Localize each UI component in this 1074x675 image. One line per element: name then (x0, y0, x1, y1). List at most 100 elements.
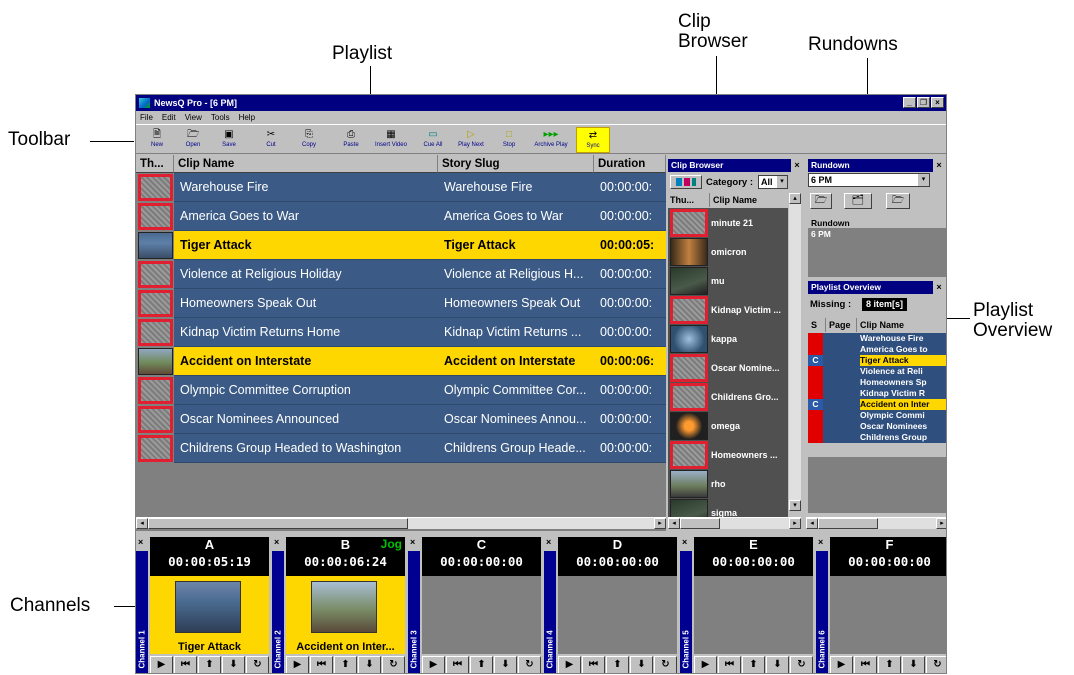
clip-thumbnail[interactable] (138, 174, 173, 201)
rewind-start-button[interactable]: ⏮ (174, 656, 197, 673)
duration-cell[interactable]: 00:00:05: (594, 231, 666, 260)
clip-browser-item[interactable]: Homeowners ... (668, 440, 788, 470)
duration-cell[interactable]: 00:00:00: (594, 202, 666, 231)
clip-browser-item[interactable]: rho (668, 469, 788, 499)
previous-button[interactable]: ⬆ (334, 656, 357, 673)
rundown-list-item[interactable]: 6 PM (808, 229, 946, 240)
previous-button[interactable]: ⬆ (878, 656, 901, 673)
col-thumbnail[interactable]: Th... (136, 155, 174, 173)
duration-cell[interactable]: 00:00:06: (594, 347, 666, 376)
clip-name-cell[interactable]: Childrens Group Headed to Washington (174, 434, 438, 463)
clip-thumbnail[interactable] (670, 325, 708, 353)
duration-cell[interactable]: 00:00:00: (594, 434, 666, 463)
scroll-left-icon[interactable]: ◂ (668, 518, 680, 529)
clip-browser-close-icon[interactable]: × (792, 159, 802, 171)
save-button[interactable]: ▣ Save (210, 127, 248, 153)
clip-thumbnail[interactable] (670, 296, 708, 324)
playlist-row[interactable]: Kidnap Victim Returns Home Kidnap Victim … (136, 318, 666, 347)
clip-name-cell[interactable]: Accident on Interstate (174, 347, 438, 376)
overview-row[interactable]: Kidnap Victim R (808, 388, 946, 399)
play-next-button[interactable]: ▷ Play Next (452, 127, 490, 153)
clip-browser-item[interactable]: mu (668, 266, 788, 296)
duration-cell[interactable]: 00:00:00: (594, 376, 666, 405)
clip-thumbnail[interactable] (138, 377, 173, 404)
scroll-thumb[interactable] (818, 518, 878, 529)
play-button[interactable]: ▶ (422, 656, 445, 673)
loop-button[interactable]: ↻ (518, 656, 541, 673)
ov-col-page[interactable]: Page (825, 318, 851, 332)
overview-row[interactable]: Childrens Group (808, 432, 946, 443)
cb-col-thumb[interactable]: Thu... (670, 193, 710, 207)
channel-close-icon[interactable]: × (546, 537, 551, 547)
playlist-row[interactable]: Accident on Interstate Accident on Inters… (136, 347, 666, 376)
loop-button[interactable]: ↻ (246, 656, 269, 673)
overview-row[interactable]: C Accident on Inter (808, 399, 946, 410)
ov-col-status[interactable]: S (811, 318, 817, 332)
menu-file[interactable]: File (140, 111, 153, 124)
cue-all-button[interactable]: ▭ Cue All (414, 127, 452, 153)
chevron-down-icon[interactable]: ▾ (777, 176, 787, 188)
clip-name-cell[interactable]: Oscar Nominees Announced (174, 405, 438, 434)
scroll-right-icon[interactable]: ▸ (789, 518, 801, 529)
open-rundown-button[interactable]: 🗁 (810, 193, 832, 209)
overview-row[interactable]: C Tiger Attack (808, 355, 946, 366)
clip-browser-item[interactable]: Childrens Gro... (668, 382, 788, 412)
clip-browser-item[interactable]: Kidnap Victim ... (668, 295, 788, 325)
playlist-row[interactable]: America Goes to War America Goes to War 00… (136, 202, 666, 231)
playlist-row[interactable]: Olympic Committee Corruption Olympic Comm… (136, 376, 666, 405)
minimize-button[interactable]: _ (903, 97, 916, 108)
archive-play-button[interactable]: ▸▸▸ Archive Play (530, 127, 572, 153)
paste-button[interactable]: ⎙ Paste (332, 127, 370, 153)
clip-thumbnail[interactable] (670, 354, 708, 382)
insert-video-button[interactable]: ▦ Insert Video (370, 127, 412, 153)
scroll-right-icon[interactable]: ▸ (936, 518, 946, 529)
playlist-row[interactable]: Childrens Group Headed to Washington Chil… (136, 434, 666, 463)
story-slug-cell[interactable]: Violence at Religious H... (438, 260, 594, 289)
overview-row[interactable]: Olympic Commi (808, 410, 946, 421)
clip-thumbnail[interactable] (670, 383, 708, 411)
scroll-left-icon[interactable]: ◂ (806, 518, 818, 529)
clip-thumbnail[interactable] (138, 406, 173, 433)
channel-body[interactable]: Tiger Attack (150, 576, 269, 654)
previous-button[interactable]: ⬆ (470, 656, 493, 673)
rewind-start-button[interactable]: ⏮ (854, 656, 877, 673)
clip-name-cell[interactable]: Homeowners Speak Out (174, 289, 438, 318)
menu-tools[interactable]: Tools (211, 111, 230, 124)
story-slug-cell[interactable]: Accident on Interstate (438, 347, 594, 376)
view-toggle-button[interactable] (670, 175, 702, 189)
rewind-start-button[interactable]: ⏮ (446, 656, 469, 673)
overview-hscrollbar[interactable]: ◂ ▸ (806, 517, 946, 529)
overview-row[interactable]: Homeowners Sp (808, 377, 946, 388)
duration-cell[interactable]: 00:00:00: (594, 289, 666, 318)
loop-button[interactable]: ↻ (790, 656, 813, 673)
rewind-start-button[interactable]: ⏮ (310, 656, 333, 673)
clip-name-cell[interactable]: Olympic Committee Corruption (174, 376, 438, 405)
channel-body[interactable] (694, 576, 813, 654)
rewind-start-button[interactable]: ⏮ (582, 656, 605, 673)
story-slug-cell[interactable]: Tiger Attack (438, 231, 594, 260)
channel-body[interactable]: Accident on Inter... (286, 576, 405, 654)
category-select[interactable]: All ▾ (758, 175, 788, 189)
menu-edit[interactable]: Edit (162, 111, 176, 124)
clip-thumbnail[interactable] (670, 209, 708, 237)
scroll-thumb[interactable] (680, 518, 720, 529)
overview-row[interactable]: Warehouse Fire (808, 333, 946, 344)
cut-button[interactable]: ✂ Cut (252, 127, 290, 153)
story-slug-cell[interactable]: Warehouse Fire (438, 173, 594, 202)
clip-thumbnail[interactable] (670, 412, 708, 440)
channel-body[interactable] (830, 576, 946, 654)
playlist-row[interactable]: Warehouse Fire Warehouse Fire 00:00:00: (136, 173, 666, 202)
stop-button[interactable]: □ Stop (490, 127, 528, 153)
clip-name-cell[interactable]: Violence at Religious Holiday (174, 260, 438, 289)
channel-close-icon[interactable]: × (274, 537, 279, 547)
clip-browser-hscrollbar[interactable]: ◂ ▸ (668, 517, 801, 529)
previous-button[interactable]: ⬆ (742, 656, 765, 673)
play-button[interactable]: ▶ (694, 656, 717, 673)
scroll-down-icon[interactable]: ▾ (789, 500, 801, 511)
play-button[interactable]: ▶ (150, 656, 173, 673)
duration-cell[interactable]: 00:00:00: (594, 318, 666, 347)
clip-name-cell[interactable]: Tiger Attack (174, 231, 438, 260)
clip-name-cell[interactable]: Warehouse Fire (174, 173, 438, 202)
overview-row[interactable]: America Goes to (808, 344, 946, 355)
clip-browser-vscrollbar[interactable]: ▴ ▾ (789, 193, 801, 511)
